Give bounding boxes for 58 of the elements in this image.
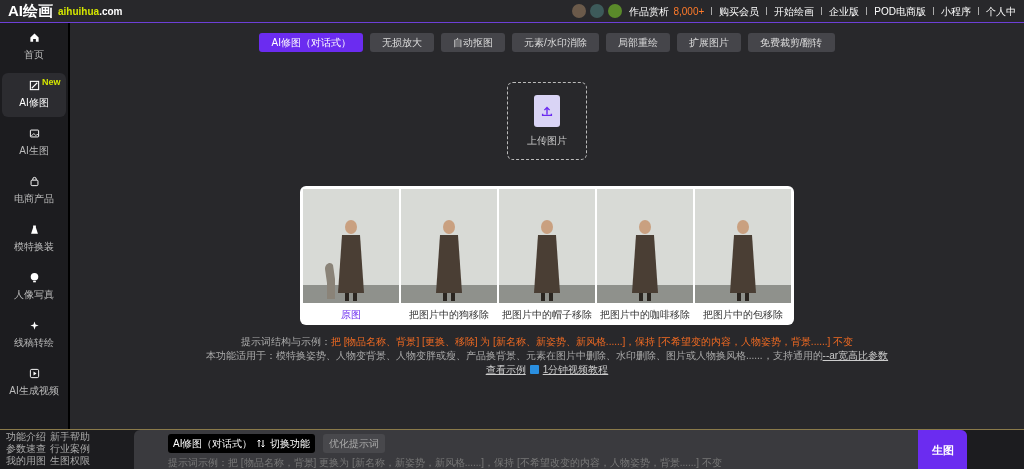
nav-link[interactable]: POD电商版 [874,3,926,19]
tab[interactable]: 扩展图片 [676,33,741,52]
avatar-icon [572,4,587,18]
video-tutorial-link[interactable]: 1分钟视频教程 [542,363,609,376]
avatar-icon [590,4,605,18]
footer-link[interactable]: 功能介绍 [6,431,46,443]
sidebar-item[interactable]: AI生图 [2,121,66,165]
upload-icon [534,94,560,127]
home-icon [28,32,40,43]
footer-link[interactable]: 新手帮助 [50,431,90,443]
nav-link[interactable]: 开始绘画 [774,3,815,19]
gallery-count: 8,000+ [673,4,705,19]
sidebar-item[interactable]: New AI修图 [2,73,66,117]
new-label: New [42,76,61,89]
optimize-prompt-button[interactable]: 优化提示词 [323,434,386,453]
sidebar-item[interactable]: AI生成视频 [2,361,66,405]
mode-switch-button[interactable]: AI修图（对话式） 切换功能 [168,434,316,453]
avatar-icon [608,4,623,18]
upload-area[interactable]: 上传图片 [507,82,587,160]
logo-text: AI绘画 [8,0,53,21]
sparkle-icon [28,320,40,331]
caption: 把图片中的帽子移除 [502,307,592,322]
nav-link[interactable]: 个人中 [986,3,1016,19]
tab[interactable]: 元素/水印消除 [511,33,599,52]
footer-link[interactable]: 我的用图 [6,455,46,467]
example-link[interactable]: 查看示例 [485,363,526,376]
usage-tip: 本功能适用于：模特换姿势、人物变背景、人物变胖或瘦、产品换背景、元素在图片中删除、水印删除、图片或人物换风格......，支持通用的 [205,349,823,362]
footer-link[interactable]: 参数速查 [6,443,46,455]
upload-label: 上传图片 [527,133,567,148]
sidebar-item[interactable]: 线稿转绘 [2,313,66,357]
gallery-link[interactable]: 作品赏析 [629,3,670,19]
nav-link[interactable]: 企业版 [829,3,860,19]
footer-link[interactable]: 行业案例 [50,443,90,455]
tab[interactable]: 无损放大 [369,33,434,52]
bag-icon [28,176,40,187]
nav-link[interactable]: 小程序 [941,3,971,19]
caption: 把图片中的咖啡移除 [600,307,690,322]
sidebar-item[interactable]: 人像写真 [2,265,66,309]
dress-icon [28,224,40,235]
footer-link[interactable]: 生图权限 [50,455,90,467]
tab[interactable]: AI修图（对话式） [259,33,363,52]
sidebar-item[interactable]: 首页 [2,25,66,69]
aspect-ratio-link[interactable]: --ar宽高比参数 [822,349,889,362]
caption: 把图片中的狗移除 [409,307,489,322]
nav-link[interactable]: 购买会员 [719,3,760,19]
tab[interactable]: 免费裁剪/翻转 [747,33,835,52]
tab[interactable]: 局部重绘 [605,33,670,52]
image-icon [28,128,40,139]
structure-tip: 提示词结构与示例：把 [物品名称、背景] [更换、移除] 为 [新名称、新姿势、新风格......]，保持 [不希望变的内容，人物姿势，背景......] 不变 [240,335,854,348]
caption: 原图 [341,307,361,322]
tab[interactable]: 自动抠图 [440,33,505,52]
sidebar-item[interactable]: 模特换装 [2,217,66,261]
caption: 把图片中的包移除 [703,307,783,322]
swap-icon [257,439,266,448]
site-domain: aihuihua.com [58,4,123,19]
image-edit-icon [28,80,40,91]
sidebar-item[interactable]: 电商产品 [2,169,66,213]
generate-button[interactable]: 生图 [918,430,967,469]
